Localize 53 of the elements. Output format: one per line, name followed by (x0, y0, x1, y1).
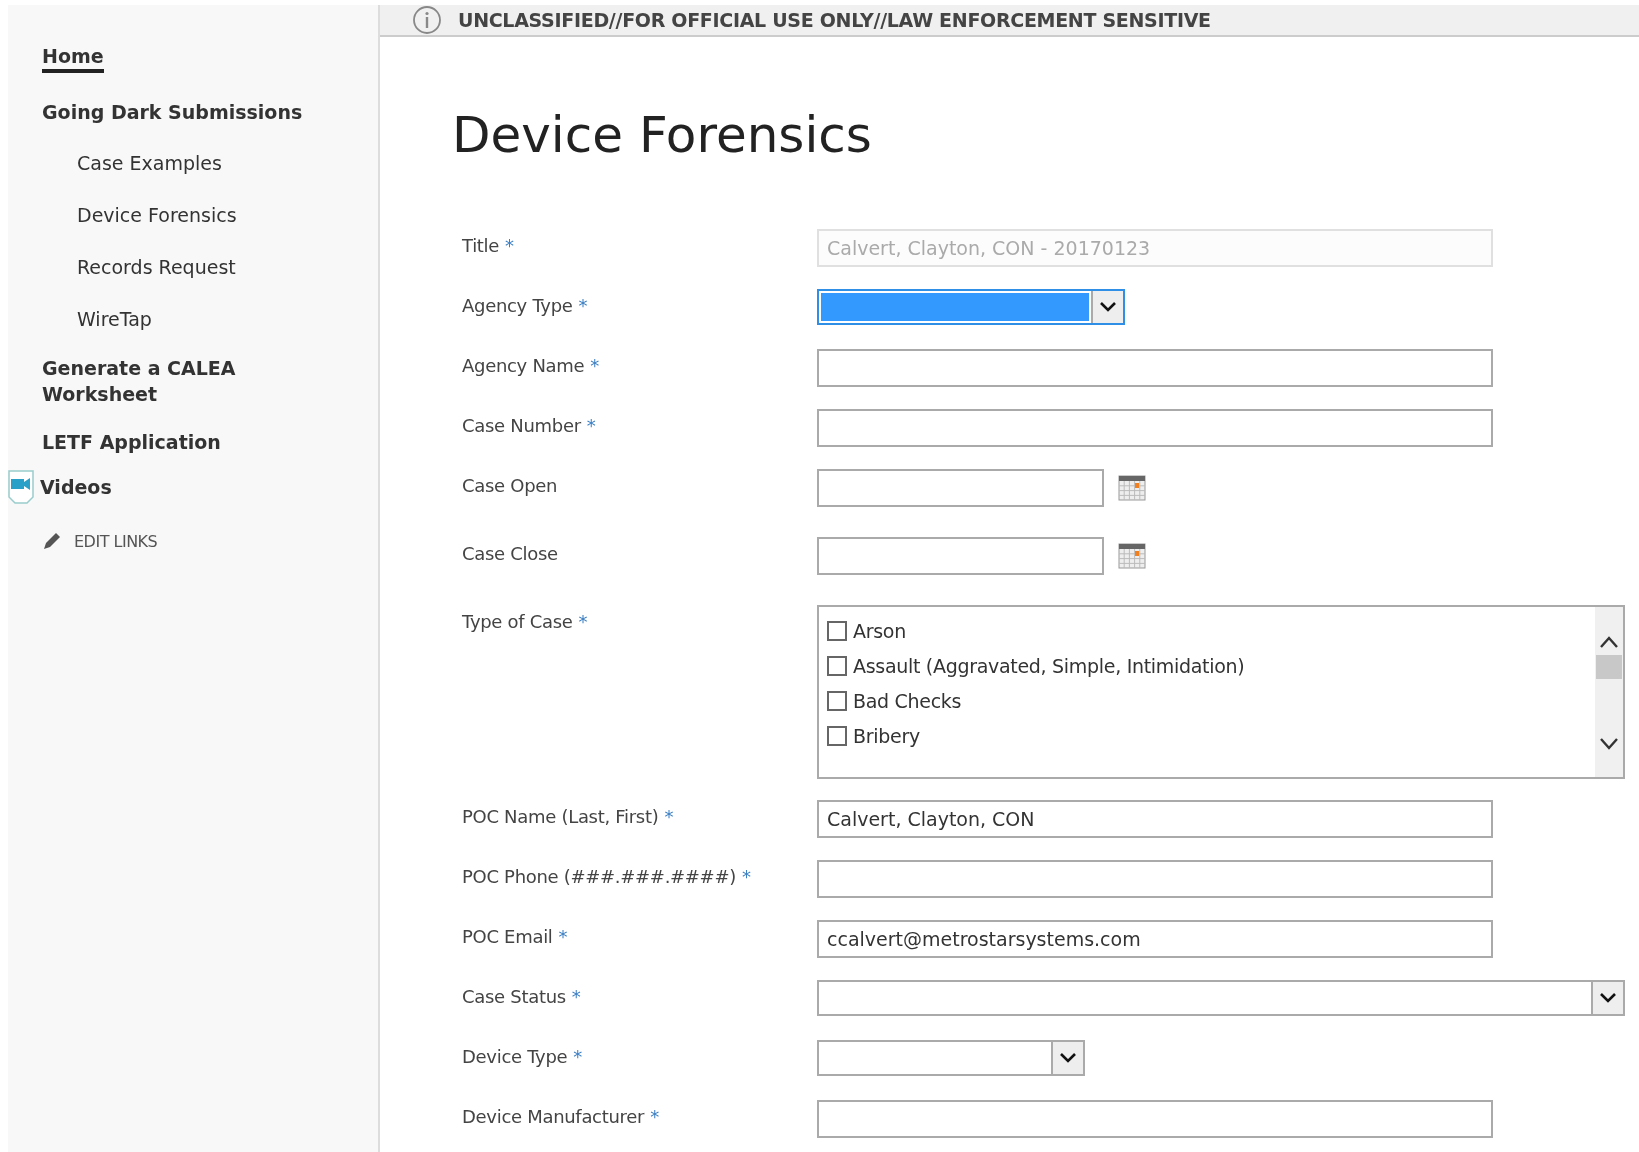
checkbox[interactable] (827, 725, 847, 746)
caret-icon (1059, 1052, 1077, 1064)
banner-text: UNCLASSIFIED//FOR OFFICIAL USE ONLY//LAW ENFORCEMENT SENSITIVE (458, 9, 1211, 31)
field-label: Agency Type * (462, 294, 589, 316)
nav-link[interactable]: Records Request (42, 243, 236, 295)
pencil-icon (42, 531, 62, 551)
field-label: Type of Case * (462, 610, 589, 632)
field-label: Case Close (462, 542, 559, 564)
checkbox-label: Arson (853, 619, 906, 642)
text-field[interactable] (817, 860, 1493, 898)
caret-icon (1599, 992, 1617, 1004)
nav-link[interactable]: WireTap (42, 295, 152, 347)
text-field[interactable] (817, 1100, 1493, 1138)
checkbox[interactable] (827, 690, 847, 711)
text-field[interactable] (817, 409, 1493, 447)
dropdown[interactable] (817, 1040, 1085, 1076)
field-label: Device Manufacturer * (462, 1105, 660, 1127)
checkbox[interactable] (827, 655, 847, 676)
dropdown[interactable] (817, 980, 1625, 1016)
text-field[interactable]: Calvert, Clayton, CON (817, 800, 1493, 838)
nav-link[interactable]: Going Dark Submissions (42, 91, 303, 139)
field-label: POC Name (Last, First) * (462, 805, 675, 827)
checkbox-label: Bribery (853, 724, 920, 747)
checkbox-label: Assault (Aggravated, Simple, Intimidation) (853, 654, 1245, 677)
scrollbar[interactable] (1595, 607, 1623, 777)
nav-link[interactable]: Generate a CALEA Worksheet (42, 347, 332, 421)
nav-link[interactable]: Home (42, 35, 104, 73)
nav-link[interactable]: LETF Application (42, 421, 221, 469)
nav-link[interactable]: Videos (40, 476, 112, 498)
dropdown[interactable] (817, 289, 1125, 325)
date-field[interactable] (817, 469, 1104, 507)
field-label: Case Status * (462, 985, 582, 1007)
field-label: Title * (462, 234, 515, 256)
calendar-icon[interactable] (1118, 543, 1146, 569)
field-label: Case Number * (462, 414, 597, 436)
field-label: POC Phone (###.###.####) * (462, 865, 752, 887)
text-field[interactable] (817, 349, 1493, 387)
nav-link[interactable]: Case Examples (42, 139, 222, 191)
scroll-thumb[interactable] (1596, 655, 1622, 679)
nav-link[interactable]: Device Forensics (42, 191, 237, 243)
field-label: Device Type * (462, 1045, 584, 1067)
checkbox[interactable] (827, 620, 847, 641)
edit-links-link[interactable]: EDIT LINKS (74, 531, 158, 551)
info-icon (412, 5, 442, 35)
caret-icon (1099, 301, 1117, 313)
field-label: POC Email * (462, 925, 569, 947)
calendar-icon[interactable] (1118, 475, 1146, 501)
date-field[interactable] (817, 537, 1104, 575)
field-label: Agency Name * (462, 354, 600, 376)
text-field[interactable]: ccalvert@metrostarsystems.com (817, 920, 1493, 958)
field-label: Case Open (462, 474, 559, 496)
page-title: Device Forensics (452, 105, 873, 165)
checkbox-label: Bad Checks (853, 689, 962, 712)
